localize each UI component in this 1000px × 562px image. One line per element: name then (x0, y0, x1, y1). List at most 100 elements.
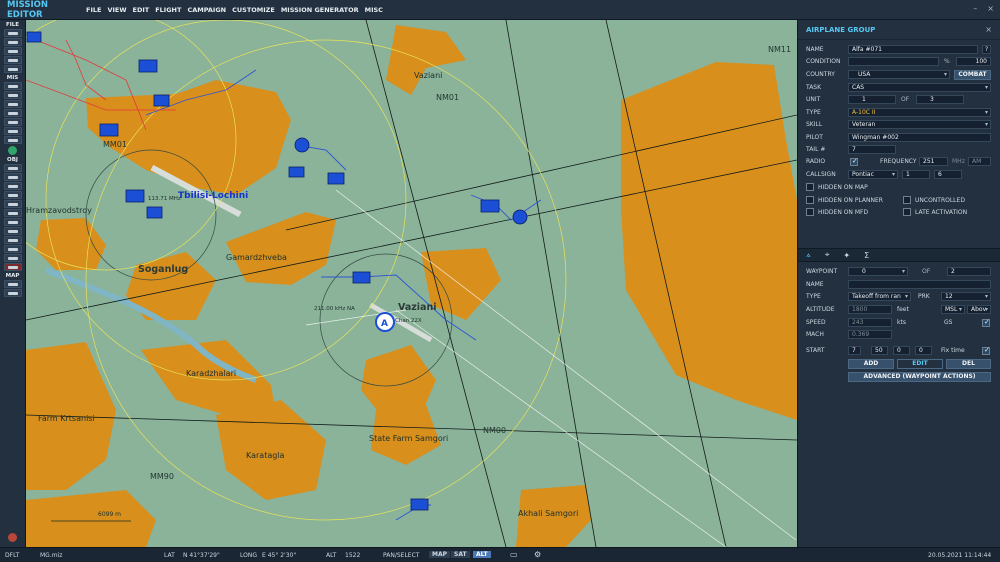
menu-file[interactable]: FILE (86, 6, 101, 14)
menu-view[interactable]: VIEW (107, 6, 126, 14)
alt-view-button[interactable]: ALT (473, 551, 491, 558)
new-mission-button[interactable] (3, 29, 22, 37)
callsign-number-input[interactable]: 1 (902, 170, 930, 179)
task-select[interactable]: CAS (848, 83, 991, 92)
coalition-icon[interactable] (8, 146, 17, 155)
callsign-flight-input[interactable]: 6 (934, 170, 962, 179)
weather-button[interactable] (3, 82, 22, 90)
add-fortification-button[interactable] (3, 245, 22, 253)
airfield-label[interactable]: Tbilisi-Lochini (178, 191, 248, 201)
add-vehicle-button[interactable] (3, 191, 22, 199)
status-bar: DFLT MG.miz LAT N 41°37'29" LONG E 45° 2… (0, 547, 1000, 562)
waypoint-select[interactable]: 0 (848, 267, 908, 276)
triggers-button[interactable] (3, 100, 22, 108)
add-ship-button[interactable] (3, 182, 22, 190)
options-button[interactable] (3, 127, 22, 135)
add-static-button[interactable] (3, 200, 22, 208)
mach-input[interactable]: 0.369 (848, 330, 892, 339)
fly-mission-button[interactable] (3, 65, 22, 73)
save-as-button[interactable] (3, 56, 22, 64)
sigma-tab-icon[interactable]: Σ (864, 251, 869, 260)
fix-time-checkbox[interactable] (982, 346, 990, 355)
hidden-on-mfd-checkbox[interactable] (806, 208, 814, 216)
add-waypoint-button[interactable]: ADD (848, 359, 894, 369)
checklist-button[interactable] (3, 136, 22, 144)
parking-select[interactable]: 12 (941, 292, 991, 301)
unit-stepper[interactable]: 1 (848, 95, 896, 104)
save-mission-button[interactable] (3, 47, 22, 55)
add-airplane-button[interactable] (3, 164, 22, 172)
edit-waypoint-button[interactable]: EDIT (897, 359, 943, 369)
waypoint-type-select[interactable]: Takeoff from ran (848, 292, 911, 301)
add-template-button[interactable] (3, 218, 22, 226)
profile-label[interactable]: DFLT (5, 552, 19, 559)
menu-mission-generator[interactable]: MISSION GENERATOR (281, 6, 359, 14)
menu-customize[interactable]: CUSTOMIZE (232, 6, 275, 14)
condition-input[interactable]: 100 (956, 57, 991, 66)
combat-button[interactable]: COMBAT (954, 70, 991, 80)
skill-select[interactable]: Veteran (848, 120, 991, 129)
menu-edit[interactable]: EDIT (133, 6, 150, 14)
waypoint-name-input[interactable] (848, 280, 991, 289)
help-icon[interactable]: ? (982, 45, 991, 54)
altitude-type-select[interactable]: Abov (967, 305, 991, 314)
close-icon[interactable]: × (987, 4, 994, 13)
add-trigger-zone-button[interactable] (3, 209, 22, 217)
uncontrolled-checkbox[interactable] (903, 196, 911, 204)
start-day-input[interactable]: 7 (848, 346, 861, 355)
settings-icon[interactable]: ⚙ (534, 550, 541, 559)
town-label: Karadzhalari (186, 369, 237, 378)
altitude-ref-select[interactable]: MSL (941, 305, 965, 314)
add-nav-point-button[interactable] (3, 227, 22, 235)
menu-flight[interactable]: FLIGHT (155, 6, 181, 14)
close-panel-icon[interactable]: × (985, 25, 992, 34)
open-mission-button[interactable] (3, 38, 22, 46)
screen-icon[interactable]: ▭ (510, 550, 518, 559)
resources-button[interactable] (3, 118, 22, 126)
add-warehouse-button[interactable] (3, 254, 22, 262)
minimize-icon[interactable]: – (973, 4, 977, 13)
aircraft-type-select[interactable]: A-10C II (848, 108, 991, 117)
route-tab-icon[interactable]: ⟑ (806, 250, 811, 260)
sat-view-button[interactable]: SAT (451, 551, 470, 558)
ruler-button[interactable] (3, 289, 22, 297)
start-minute-input[interactable]: 0 (893, 346, 910, 355)
callsign-select[interactable]: Pontiac (848, 170, 898, 179)
hidden-on-planner-checkbox[interactable] (806, 196, 814, 204)
start-second-input[interactable]: 0 (915, 346, 932, 355)
briefing-button[interactable] (3, 109, 22, 117)
goals-button[interactable] (3, 91, 22, 99)
start-hour-input[interactable]: 50 (871, 346, 888, 355)
modulation-select[interactable]: AM (968, 157, 991, 166)
payload-tab-icon[interactable]: ⌖ (825, 250, 830, 260)
altitude-input[interactable]: 1800 (848, 305, 892, 314)
speed-input[interactable]: 243 (848, 318, 892, 327)
unit-count-stepper[interactable]: 3 (916, 95, 964, 104)
radio-checkbox[interactable] (850, 157, 858, 166)
map-options-button[interactable] (3, 280, 22, 288)
route-tabs: ⟑ ⌖ ✦ Σ (798, 248, 1000, 262)
airfield-label[interactable]: Vaziani (398, 302, 436, 313)
hidden-on-map-checkbox[interactable] (806, 183, 814, 191)
map-view-button[interactable]: MAP (429, 551, 451, 558)
condition-slider[interactable] (848, 57, 939, 66)
late-activation-checkbox[interactable] (903, 208, 911, 216)
menu-misc[interactable]: MISC (365, 6, 383, 14)
pilot-input[interactable]: Wingman #002 (848, 133, 991, 142)
delete-waypoint-button[interactable]: DEL (946, 359, 991, 369)
group-name-input[interactable]: Alfa #071 (848, 45, 978, 54)
frequency-input[interactable]: 251 (919, 157, 948, 166)
mission-map[interactable]: A Vaziani Soganlug Gamardzhveba Karadzha… (26, 20, 797, 547)
add-helicopter-button[interactable] (3, 173, 22, 181)
tail-number-input[interactable]: 7 (848, 145, 896, 154)
advanced-waypoint-actions-button[interactable]: ADVANCED (WAYPOINT ACTIONS) (848, 372, 991, 382)
add-initial-point-button[interactable] (3, 236, 22, 244)
menu-campaign[interactable]: CAMPAIGN (187, 6, 226, 14)
delete-object-button[interactable] (3, 263, 22, 271)
summary-tab-icon[interactable]: ✦ (843, 251, 850, 260)
record-icon[interactable] (8, 533, 17, 542)
country-select[interactable]: USA (848, 70, 950, 79)
delete-icon (7, 265, 18, 269)
wp-name-label: NAME (806, 281, 824, 288)
gs-checkbox[interactable] (982, 318, 990, 327)
